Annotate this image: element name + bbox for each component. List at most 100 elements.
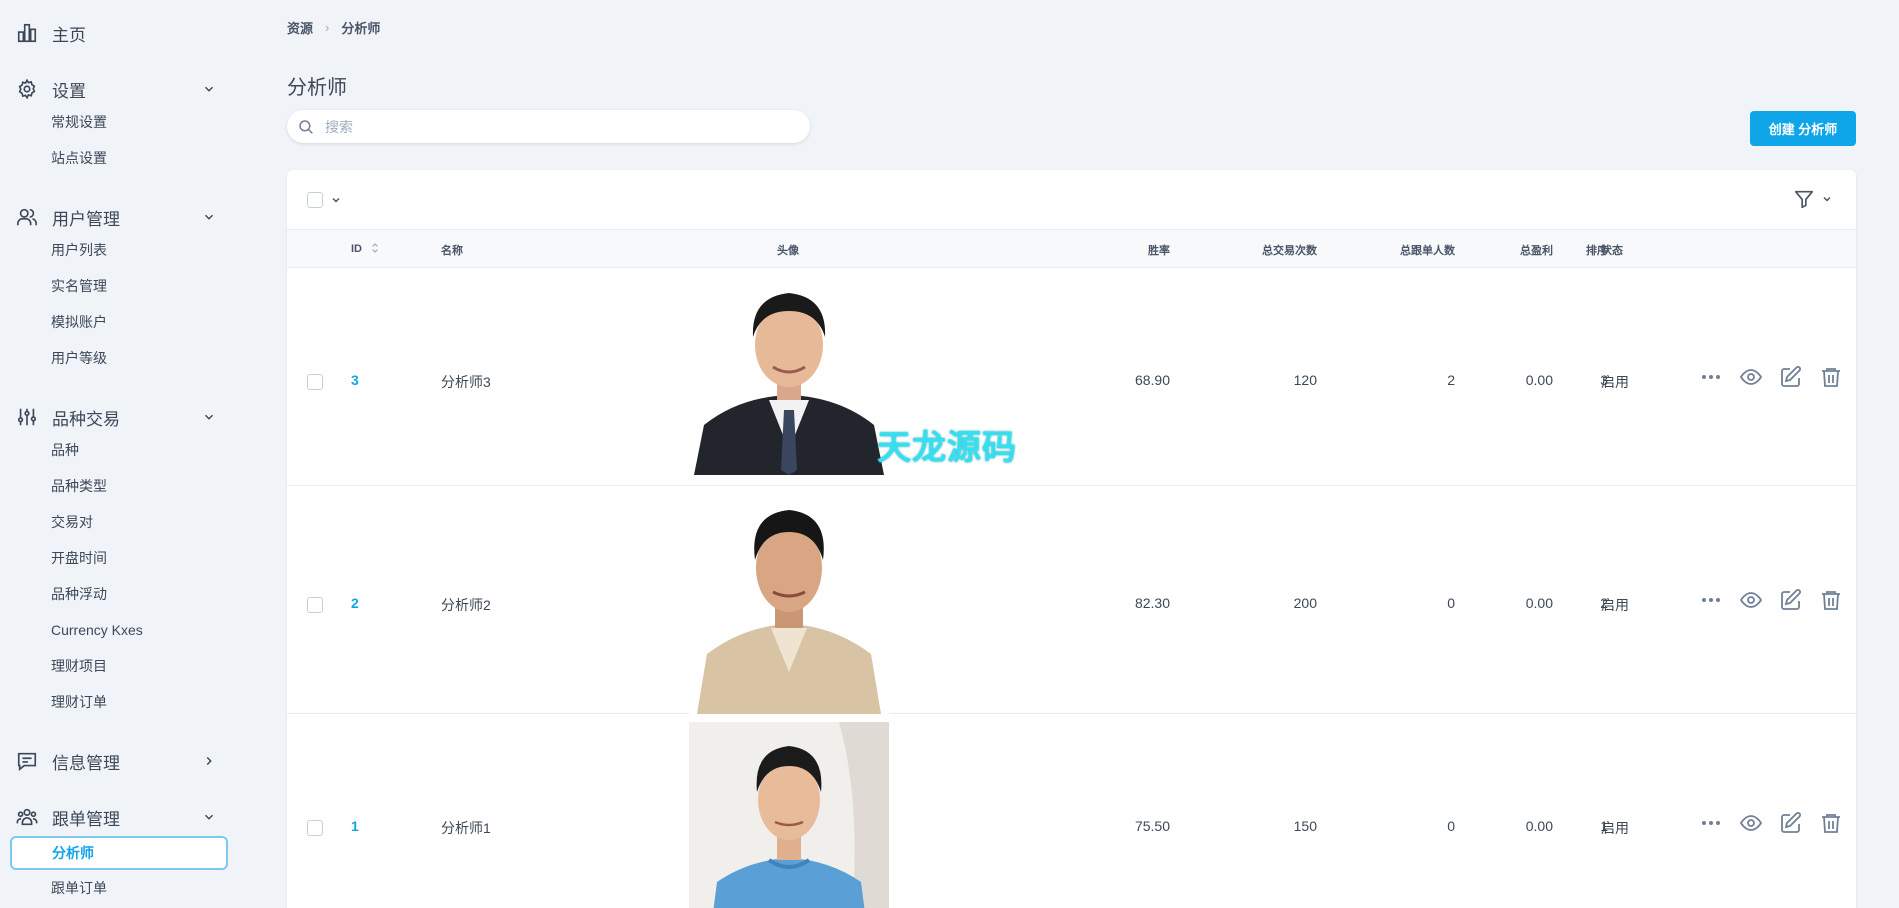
select-all-checkbox[interactable] <box>307 192 323 208</box>
sidebar-item-symbols[interactable]: 品种 <box>0 432 240 468</box>
row-total-followers: 2 <box>1447 372 1455 388</box>
table-row: 1 分析师1 75.50 150 0 0.00 1 启用 <box>287 714 1856 908</box>
edit-icon[interactable] <box>1779 811 1803 835</box>
more-icon[interactable] <box>1699 811 1723 835</box>
row-actions <box>1699 811 1843 835</box>
sidebar-item-analysts[interactable]: 分析师 <box>10 836 228 870</box>
row-total-profit: 0.00 <box>1525 595 1553 611</box>
row-total-followers: 0 <box>1447 818 1455 834</box>
breadcrumb-root[interactable]: 资源 <box>287 18 313 37</box>
col-total-followers: 总跟单人数 <box>1400 245 1455 257</box>
nav-users-label: 用户管理 <box>52 209 120 229</box>
col-id-label: ID <box>351 243 362 255</box>
row-name: 分析师1 <box>441 820 491 836</box>
more-icon[interactable] <box>1699 588 1723 612</box>
search-icon <box>299 119 313 134</box>
table-toolbar <box>287 170 1856 230</box>
gear-icon <box>16 78 38 100</box>
sidebar-item-kyc[interactable]: 实名管理 <box>0 268 240 304</box>
sidebar-item-wealth-projects[interactable]: 理财项目 <box>0 648 240 684</box>
bar-chart-icon <box>16 22 38 44</box>
breadcrumb-separator-icon: › <box>325 20 330 35</box>
delete-icon[interactable] <box>1819 811 1843 835</box>
nav-copytrade-group: 跟单管理 分析师 跟单订单 <box>0 802 240 906</box>
delete-icon[interactable] <box>1819 588 1843 612</box>
sidebar-item-copy-orders[interactable]: 跟单订单 <box>0 870 240 906</box>
row-name: 分析师3 <box>441 374 491 390</box>
chevron-down-icon <box>204 214 214 220</box>
col-total-trades: 总交易次数 <box>1262 245 1317 257</box>
nav-messages-label: 信息管理 <box>52 753 120 773</box>
chevron-down-icon <box>204 414 214 420</box>
row-total-trades: 200 <box>1293 595 1317 611</box>
row-checkbox[interactable] <box>307 597 323 613</box>
sidebar-item-site-settings[interactable]: 站点设置 <box>0 140 240 176</box>
row-status: 启用 <box>1601 597 1629 613</box>
nav-users[interactable]: 用户管理 <box>0 202 240 232</box>
row-total-profit: 0.00 <box>1525 818 1553 834</box>
nav-trading-group: 品种交易 品种 品种类型 交易对 开盘时间 品种浮动 Currency Kxes… <box>0 402 240 720</box>
nav-messages-group: 信息管理 <box>0 746 240 776</box>
sidebar-item-user-list[interactable]: 用户列表 <box>0 232 240 268</box>
avatar <box>689 722 889 908</box>
chevron-down-icon <box>204 86 214 92</box>
row-id-link[interactable]: 2 <box>351 595 359 611</box>
sidebar: 主页 设置 常规设置 站点设置 用户管理 用户列表 实名管理 模拟账户 用户等级 <box>0 0 240 908</box>
col-id[interactable]: ID <box>351 242 379 255</box>
sidebar-item-user-levels[interactable]: 用户等级 <box>0 340 240 376</box>
row-win-rate: 82.30 <box>1134 595 1170 611</box>
sidebar-item-general-settings[interactable]: 常规设置 <box>0 104 240 140</box>
col-win-rate: 胜率 <box>1148 245 1170 257</box>
table-row: 3 分析师3 68.90 120 2 0.00 3 启用 <box>287 268 1856 486</box>
nav-trading[interactable]: 品种交易 <box>0 402 240 432</box>
row-status: 启用 <box>1601 374 1629 390</box>
view-icon[interactable] <box>1739 811 1763 835</box>
table-header: ID 名称 头像 胜率 总交易次数 总跟单人数 总盈利 排序 状态 <box>287 230 1856 268</box>
sidebar-item-open-hours[interactable]: 开盘时间 <box>0 540 240 576</box>
view-icon[interactable] <box>1739 588 1763 612</box>
row-name: 分析师2 <box>441 597 491 613</box>
row-checkbox[interactable] <box>307 374 323 390</box>
row-total-profit: 0.00 <box>1525 372 1553 388</box>
search-input[interactable] <box>325 118 785 135</box>
sidebar-item-trading-pairs[interactable]: 交易对 <box>0 504 240 540</box>
row-status: 启用 <box>1601 820 1629 836</box>
nav-settings-label: 设置 <box>52 81 86 101</box>
message-icon <box>16 750 38 772</box>
nav-copytrade-label: 跟单管理 <box>52 809 120 829</box>
users-icon <box>16 206 38 228</box>
filter-dropdown[interactable] <box>1793 188 1833 210</box>
edit-icon[interactable] <box>1779 588 1803 612</box>
sidebar-item-demo-accounts[interactable]: 模拟账户 <box>0 304 240 340</box>
nav-home[interactable]: 主页 <box>0 18 240 48</box>
nav-settings[interactable]: 设置 <box>0 74 240 104</box>
view-icon[interactable] <box>1739 365 1763 389</box>
nav-messages[interactable]: 信息管理 <box>0 746 240 776</box>
edit-icon[interactable] <box>1779 365 1803 389</box>
row-checkbox[interactable] <box>307 820 323 836</box>
chevron-down-icon <box>1823 196 1831 202</box>
resource-table-card: ID 名称 头像 胜率 总交易次数 总跟单人数 总盈利 排序 状态 3 分析师3 <box>287 170 1856 908</box>
table-row: 2 分析师2 82.30 200 0 0.00 2 启用 <box>287 486 1856 714</box>
create-analyst-button[interactable]: 创建 分析师 <box>1750 111 1856 146</box>
delete-icon[interactable] <box>1819 365 1843 389</box>
sidebar-item-wealth-orders[interactable]: 理财订单 <box>0 684 240 720</box>
row-id-link[interactable]: 1 <box>351 818 359 834</box>
breadcrumb: 资源 › 分析师 <box>287 18 380 37</box>
col-name: 名称 <box>441 245 463 257</box>
sidebar-item-currency-kxes[interactable]: Currency Kxes <box>0 612 240 648</box>
search-box <box>287 110 810 143</box>
nav-copytrade[interactable]: 跟单管理 <box>0 802 240 832</box>
avatar <box>689 494 889 714</box>
nav-users-group: 用户管理 用户列表 实名管理 模拟账户 用户等级 <box>0 202 240 376</box>
more-icon[interactable] <box>1699 365 1723 389</box>
chevron-down-icon[interactable] <box>330 194 342 206</box>
row-total-trades: 120 <box>1293 372 1317 388</box>
row-win-rate: 68.90 <box>1134 372 1170 388</box>
row-total-followers: 0 <box>1447 595 1455 611</box>
sidebar-item-symbol-float[interactable]: 品种浮动 <box>0 576 240 612</box>
sidebar-item-symbol-types[interactable]: 品种类型 <box>0 468 240 504</box>
row-id-link[interactable]: 3 <box>351 372 359 388</box>
sort-icon[interactable] <box>371 242 379 254</box>
breadcrumb-current: 分析师 <box>341 21 381 36</box>
